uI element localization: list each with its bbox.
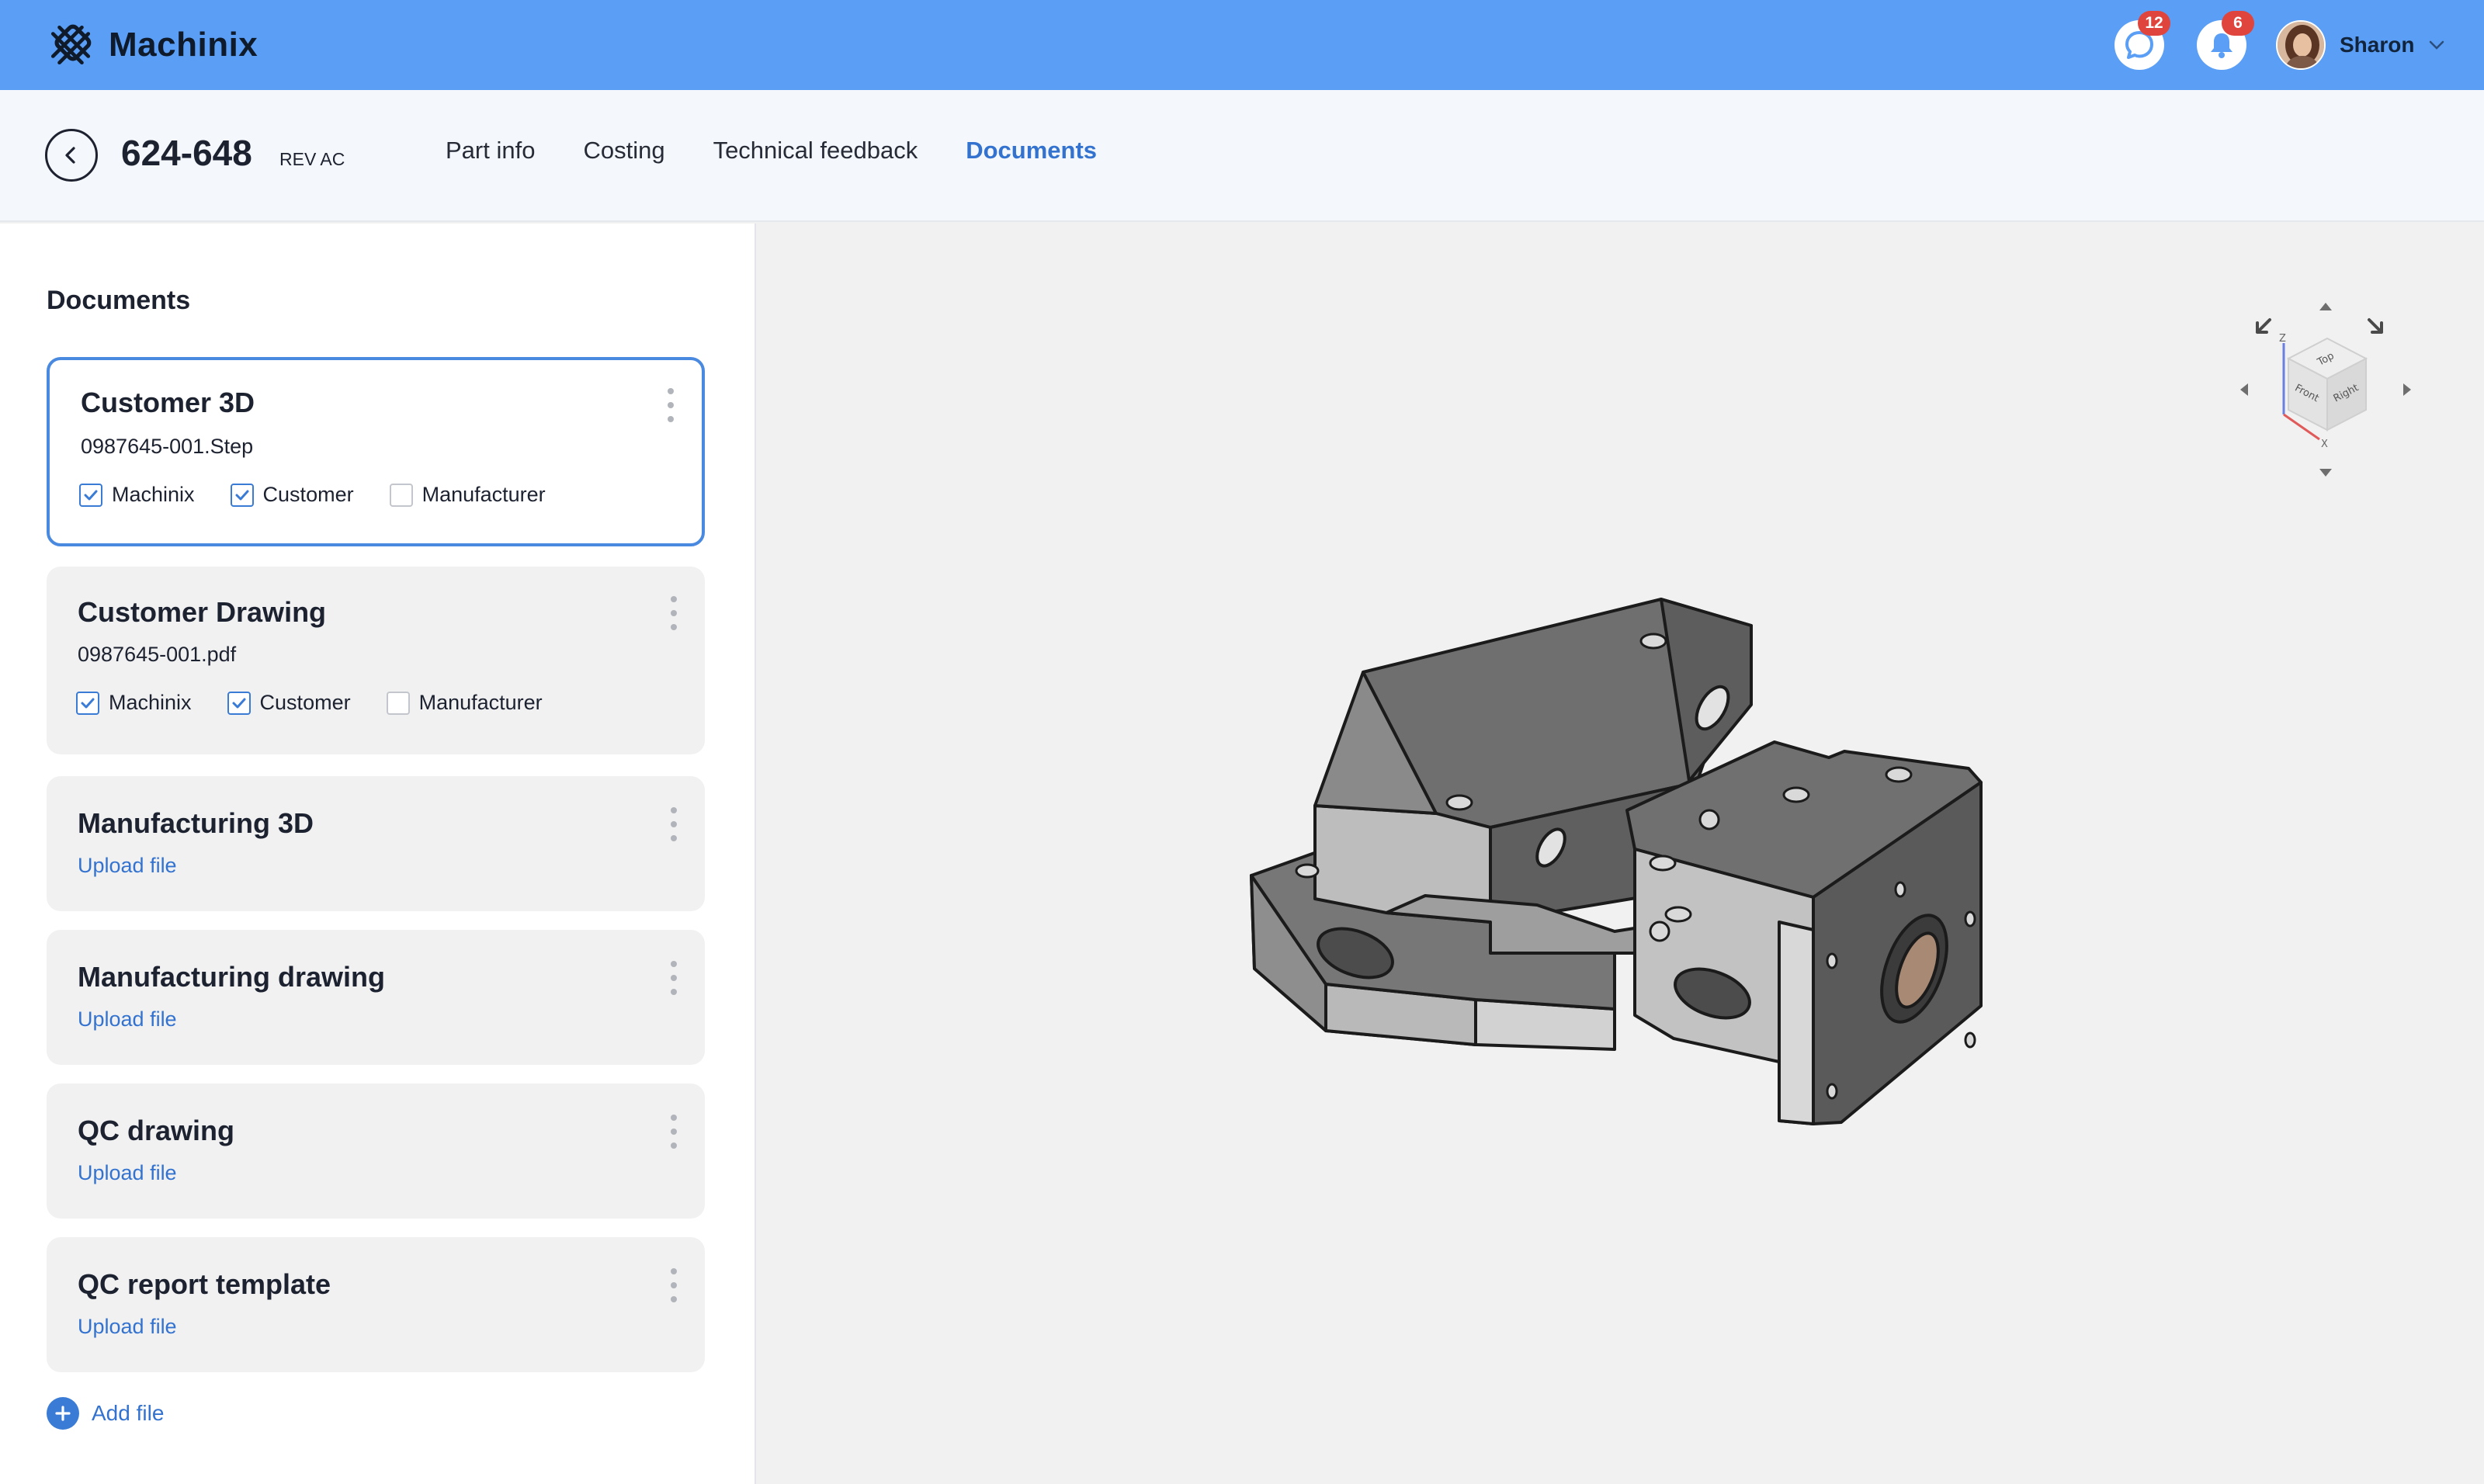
add-file-button[interactable]: Add file bbox=[47, 1397, 164, 1430]
card-title: QC report template bbox=[78, 1268, 331, 1300]
arrow-right-icon[interactable] bbox=[2403, 383, 2411, 396]
more-menu-icon[interactable] bbox=[668, 1115, 680, 1149]
chevron-down-icon bbox=[2430, 40, 2444, 50]
part-revision: REV AC bbox=[279, 149, 345, 169]
chevron-left-icon bbox=[65, 147, 75, 164]
back-button[interactable] bbox=[45, 129, 98, 182]
tab-documents[interactable]: Documents bbox=[966, 137, 1097, 175]
checkbox-customer[interactable]: Customer bbox=[230, 483, 354, 507]
plus-icon bbox=[47, 1397, 79, 1430]
panel-title: Documents bbox=[47, 286, 191, 315]
checkbox-unchecked-icon bbox=[386, 691, 410, 715]
checkbox-manufacturer[interactable]: Manufacturer bbox=[386, 691, 543, 715]
notifications-button[interactable]: 6 bbox=[2197, 11, 2254, 70]
card-title: QC drawing bbox=[78, 1115, 235, 1146]
document-card-manufacturing-drawing[interactable]: Manufacturing drawing Upload file bbox=[47, 930, 705, 1065]
upload-file-link[interactable]: Upload file bbox=[78, 1161, 177, 1185]
rotate-ccw-icon[interactable] bbox=[2256, 318, 2271, 334]
document-card-qc-report-template[interactable]: QC report template Upload file bbox=[47, 1237, 705, 1372]
checkbox-manufacturer[interactable]: Manufacturer bbox=[389, 483, 546, 507]
part-header: 624-648 REV AC Part info Costing Technic… bbox=[0, 90, 2484, 222]
arrow-left-icon[interactable] bbox=[2240, 383, 2248, 396]
upload-file-link[interactable]: Upload file bbox=[78, 1007, 177, 1032]
messages-badge: 12 bbox=[2138, 11, 2170, 36]
more-menu-icon[interactable] bbox=[664, 388, 677, 422]
top-bar: Machinix 12 6 Sharon bbox=[0, 0, 2484, 90]
card-title: Customer Drawing bbox=[78, 596, 327, 628]
svg-text:X: X bbox=[2321, 439, 2328, 450]
machinix-logo-icon bbox=[50, 24, 92, 65]
brand[interactable]: Machinix bbox=[47, 20, 258, 70]
user-name: Sharon bbox=[2340, 33, 2415, 57]
card-file-name: 0987645-001.pdf bbox=[78, 643, 237, 666]
more-menu-icon[interactable] bbox=[668, 961, 680, 995]
upload-file-link[interactable]: Upload file bbox=[78, 854, 177, 878]
document-card-qc-drawing[interactable]: QC drawing Upload file bbox=[47, 1084, 705, 1219]
card-file-name: 0987645-001.Step bbox=[81, 435, 254, 458]
visibility-checks: Machinix Customer Manufacturer bbox=[79, 483, 546, 507]
part-tabs: Part info Costing Technical feedback Doc… bbox=[446, 137, 1097, 175]
tab-technical-feedback[interactable]: Technical feedback bbox=[713, 137, 918, 175]
checkbox-checked-icon bbox=[227, 691, 251, 715]
arrow-down-icon[interactable] bbox=[2319, 469, 2332, 477]
card-title: Manufacturing 3D bbox=[78, 807, 314, 839]
part-3d-model[interactable] bbox=[758, 224, 2484, 1484]
card-title: Customer 3D bbox=[81, 387, 255, 418]
checkbox-unchecked-icon bbox=[389, 483, 413, 507]
document-card-customer-drawing[interactable]: Customer Drawing 0987645-001.pdf Machini… bbox=[47, 567, 705, 754]
more-menu-icon[interactable] bbox=[668, 807, 680, 841]
checkbox-checked-icon bbox=[76, 691, 99, 715]
avatar bbox=[2276, 20, 2326, 70]
visibility-checks: Machinix Customer Manufacturer bbox=[76, 691, 543, 715]
navigation-cube[interactable]: Top Front Right Z X bbox=[2232, 296, 2419, 483]
user-menu[interactable]: Sharon bbox=[2276, 19, 2445, 71]
more-menu-icon[interactable] bbox=[668, 596, 680, 630]
documents-panel: Documents Customer 3D 0987645-001.Step M… bbox=[0, 224, 756, 1484]
messages-button[interactable]: 12 bbox=[2115, 11, 2170, 70]
model-viewer[interactable]: Top Front Right Z X bbox=[758, 224, 2484, 1484]
part-number: 624-648 bbox=[121, 133, 252, 173]
checkbox-machinix[interactable]: Machinix bbox=[76, 691, 192, 715]
checkbox-customer[interactable]: Customer bbox=[227, 691, 351, 715]
tab-part-info[interactable]: Part info bbox=[446, 137, 535, 175]
checkbox-checked-icon bbox=[79, 483, 102, 507]
tab-costing[interactable]: Costing bbox=[583, 137, 664, 175]
card-title: Manufacturing drawing bbox=[78, 961, 385, 993]
svg-text:Z: Z bbox=[2279, 333, 2286, 345]
document-card-customer-3d[interactable]: Customer 3D 0987645-001.Step Machinix Cu… bbox=[47, 357, 705, 546]
arrow-up-icon[interactable] bbox=[2319, 303, 2332, 310]
notifications-badge: 6 bbox=[2222, 11, 2254, 36]
upload-file-link[interactable]: Upload file bbox=[78, 1315, 177, 1339]
rotate-cw-icon[interactable] bbox=[2368, 318, 2383, 334]
checkbox-machinix[interactable]: Machinix bbox=[79, 483, 195, 507]
app-name: Machinix bbox=[109, 26, 258, 64]
document-card-manufacturing-3d[interactable]: Manufacturing 3D Upload file bbox=[47, 776, 705, 911]
checkbox-checked-icon bbox=[230, 483, 254, 507]
more-menu-icon[interactable] bbox=[668, 1268, 680, 1302]
